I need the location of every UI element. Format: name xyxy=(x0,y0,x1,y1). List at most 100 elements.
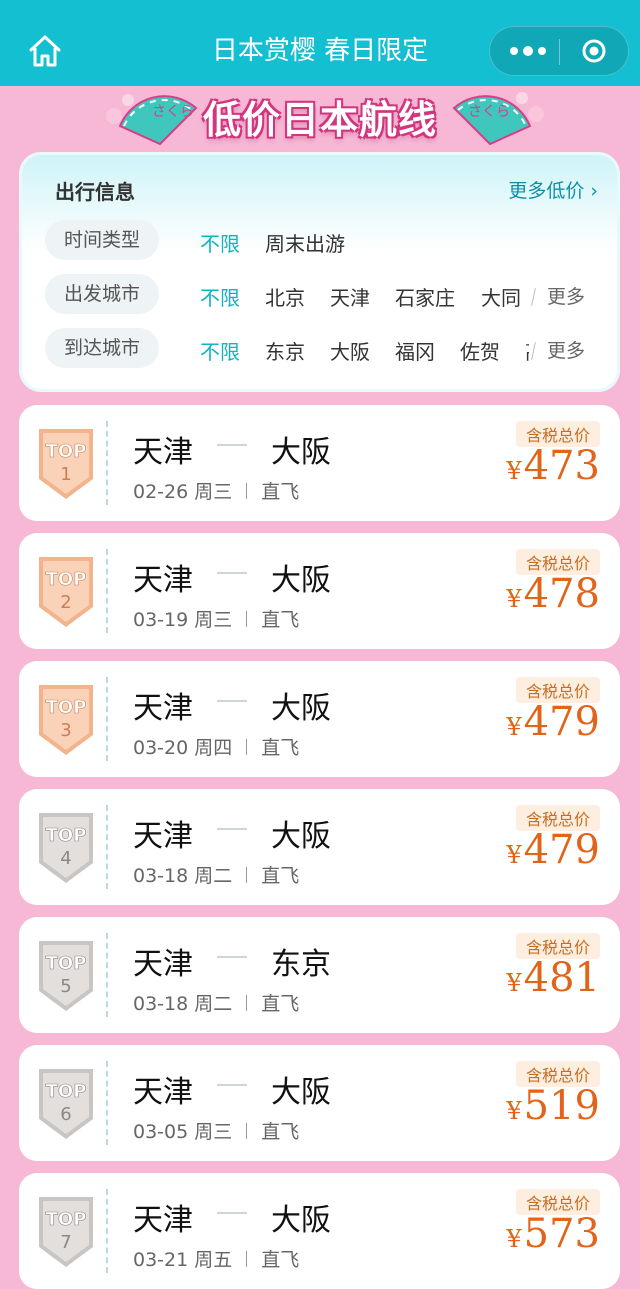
arrival-options: 不限 东京 大阪 福冈 佐贺 高 xyxy=(45,328,529,368)
flight-weekday: 周二 xyxy=(194,865,233,887)
filter-option[interactable]: 福冈 xyxy=(395,336,435,365)
filter-option[interactable]: 天津 xyxy=(330,282,370,311)
flight-weekday: 周三 xyxy=(194,481,233,503)
flight-meta: 03-20 周四 直飞 xyxy=(133,733,299,760)
flight-card[interactable]: TOP 7 天津 大阪 03-21 周五 直飞 含税总价 ¥573 xyxy=(19,1173,620,1289)
flight-type: 直飞 xyxy=(261,481,300,503)
price-value: 481 xyxy=(523,955,600,1001)
flight-date: 03-20 xyxy=(133,737,189,759)
banner: さくら 低价日本航线 さくら xyxy=(0,86,640,150)
fan-text: さくら xyxy=(468,104,510,120)
rank-number: 7 xyxy=(60,1232,71,1253)
rank-badge-icon: TOP7 xyxy=(39,1197,93,1267)
rank-label: TOP xyxy=(46,1081,87,1102)
filter-option[interactable]: 周末出游 xyxy=(265,228,345,257)
price: ¥573 xyxy=(506,1211,600,1257)
rank-label: TOP xyxy=(46,953,87,974)
price: ¥519 xyxy=(506,1083,600,1129)
price-value: 478 xyxy=(523,571,600,617)
mini-program-capsule xyxy=(489,26,629,76)
flight-date: 03-05 xyxy=(133,1121,189,1143)
from-city: 天津 xyxy=(133,947,193,982)
filter-option[interactable]: 不限 xyxy=(200,228,240,257)
filter-row-arrival-city: 到达城市 不限 东京 大阪 福冈 佐贺 高 更多 xyxy=(45,328,615,368)
price: ¥479 xyxy=(506,699,600,745)
filter-option[interactable]: 大同 xyxy=(481,282,521,311)
filter-option[interactable]: 北京 xyxy=(265,282,305,311)
flight-card[interactable]: TOP 4 天津 大阪 03-18 周二 直飞 含税总价 ¥479 xyxy=(19,789,620,905)
filter-option[interactable]: 石家庄 xyxy=(395,282,455,311)
rank-badge-icon: TOP6 xyxy=(39,1069,93,1139)
departure-options: 不限 北京 天津 石家庄 大同 xyxy=(45,274,529,314)
rank-badge-icon: TOP1 xyxy=(39,429,93,499)
to-city: 大阪 xyxy=(271,435,331,470)
flight-card[interactable]: TOP 5 天津 东京 03-18 周二 直飞 含税总价 ¥481 xyxy=(19,917,620,1033)
close-target-icon[interactable] xyxy=(582,39,606,63)
flight-meta: 03-18 周二 直飞 xyxy=(133,861,299,888)
filter-option[interactable]: 不限 xyxy=(200,282,240,311)
card-divider xyxy=(106,933,108,1017)
price: ¥478 xyxy=(506,571,600,617)
more-low-price-link[interactable]: 更多低价 › xyxy=(508,176,598,203)
from-city: 天津 xyxy=(133,819,193,854)
flight-weekday: 周五 xyxy=(194,1249,233,1271)
currency-symbol: ¥ xyxy=(506,457,522,485)
flight-date: 03-18 xyxy=(133,993,189,1015)
currency-symbol: ¥ xyxy=(506,969,522,997)
price: ¥473 xyxy=(506,443,600,489)
to-city: 大阪 xyxy=(271,1075,331,1110)
flight-card[interactable]: TOP 6 天津 大阪 03-05 周三 直飞 含税总价 ¥519 xyxy=(19,1045,620,1161)
chevron-right-icon: › xyxy=(590,180,598,202)
price-value: 479 xyxy=(523,699,600,745)
to-city: 大阪 xyxy=(271,1203,331,1238)
rank-number: 4 xyxy=(60,848,71,869)
price-value: 573 xyxy=(523,1211,600,1257)
flight-card[interactable]: TOP 3 天津 大阪 03-20 周四 直飞 含税总价 ¥479 xyxy=(19,661,620,777)
rank-number: 2 xyxy=(60,592,71,613)
rank-number: 3 xyxy=(60,720,71,741)
top-bar: 日本赏樱 春日限定 xyxy=(0,0,640,86)
capsule-divider xyxy=(559,39,560,65)
from-city: 天津 xyxy=(133,435,193,470)
filter-option[interactable]: 大阪 xyxy=(330,336,370,365)
price-value: 473 xyxy=(523,443,600,489)
flight-meta: 03-19 周三 直飞 xyxy=(133,605,299,632)
from-city: 天津 xyxy=(133,1075,193,1110)
rank-badge-icon: TOP3 xyxy=(39,685,93,755)
filter-row-departure-city: 出发城市 不限 北京 天津 石家庄 大同 更多 xyxy=(45,274,615,314)
flight-meta: 03-21 周五 直飞 xyxy=(133,1245,299,1272)
rank-label: TOP xyxy=(46,441,87,462)
route-arrow-icon xyxy=(217,572,247,574)
filter-label-time-type: 时间类型 xyxy=(45,220,159,260)
more-arrival-button[interactable]: 更多 xyxy=(547,336,585,363)
flight-date: 03-19 xyxy=(133,609,189,631)
filter-option[interactable]: 东京 xyxy=(265,336,305,365)
card-divider xyxy=(106,421,108,505)
flight-weekday: 周三 xyxy=(194,1121,233,1143)
price: ¥479 xyxy=(506,827,600,873)
filter-option[interactable]: 佐贺 xyxy=(460,336,500,365)
flight-type: 直飞 xyxy=(261,609,300,631)
more-divider xyxy=(531,288,536,306)
rank-label: TOP xyxy=(46,825,87,846)
more-divider xyxy=(531,342,536,360)
rank-badge-icon: TOP5 xyxy=(39,941,93,1011)
from-city: 天津 xyxy=(133,691,193,726)
flight-type: 直飞 xyxy=(261,865,300,887)
card-divider xyxy=(106,677,108,761)
rank-number: 5 xyxy=(60,976,71,997)
currency-symbol: ¥ xyxy=(506,841,522,869)
more-departure-button[interactable]: 更多 xyxy=(547,282,585,309)
filter-option[interactable]: 不限 xyxy=(200,336,240,365)
filter-option[interactable]: 高 xyxy=(525,336,529,365)
from-city: 天津 xyxy=(133,563,193,598)
route-arrow-icon xyxy=(217,1212,247,1214)
more-dots-icon[interactable] xyxy=(508,39,548,63)
currency-symbol: ¥ xyxy=(506,585,522,613)
route-arrow-icon xyxy=(217,956,247,958)
flight-date: 02-26 xyxy=(133,481,189,503)
flight-card[interactable]: TOP 2 天津 大阪 03-19 周三 直飞 含税总价 ¥478 xyxy=(19,533,620,649)
to-city: 大阪 xyxy=(271,563,331,598)
flight-card[interactable]: TOP 1 天津 大阪 02-26 周三 直飞 含税总价 ¥473 xyxy=(19,405,620,521)
more-low-price-label: 更多低价 xyxy=(508,180,585,202)
